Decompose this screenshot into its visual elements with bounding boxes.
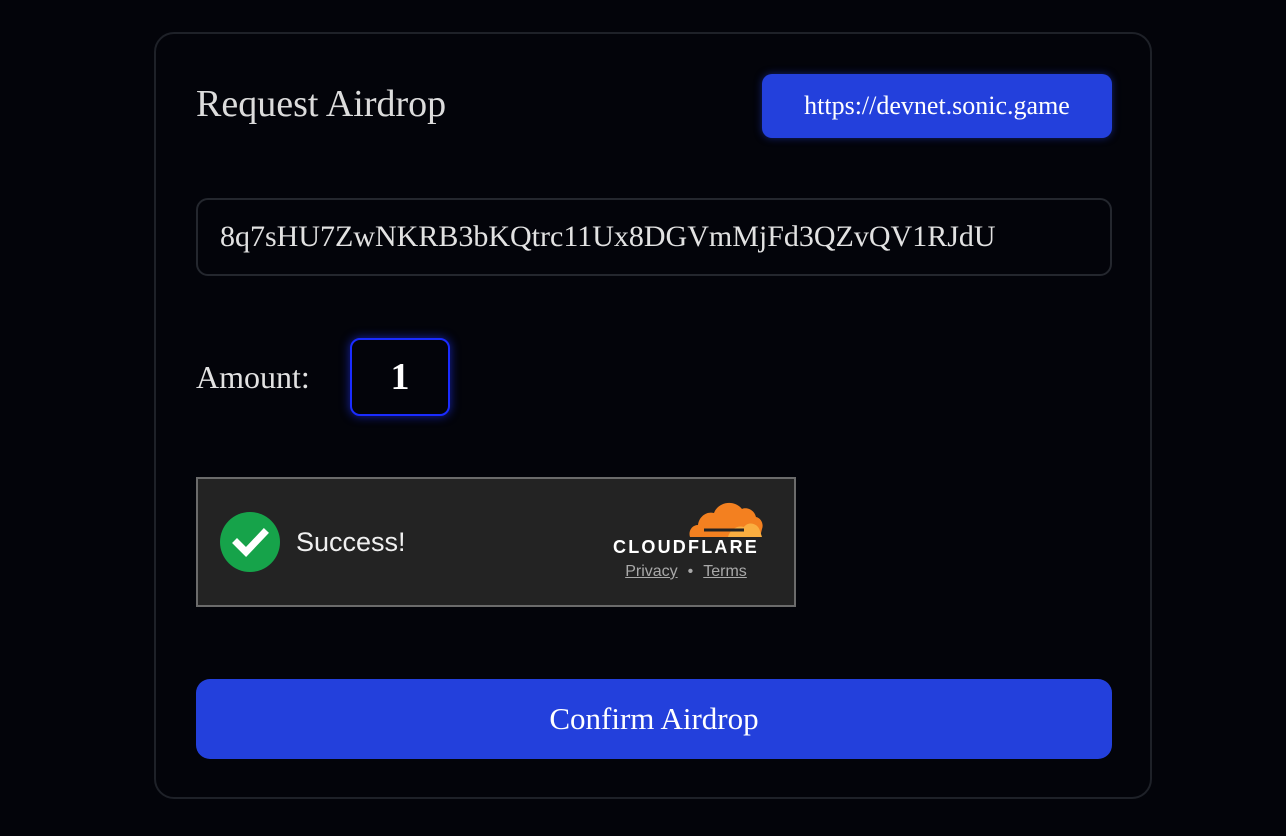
- captcha-status-text: Success!: [296, 527, 406, 557]
- wallet-address-input[interactable]: [196, 198, 1112, 276]
- network-url-button[interactable]: https://devnet.sonic.game: [762, 74, 1112, 138]
- amount-label: Amount:: [196, 359, 310, 395]
- amount-input[interactable]: [350, 338, 450, 416]
- cloudflare-links: Privacy • Terms: [608, 563, 764, 581]
- cloudflare-wordmark: CLOUDFLARE: [613, 537, 759, 557]
- cloudflare-cloud-icon: [689, 502, 763, 537]
- confirm-airdrop-button[interactable]: Confirm Airdrop: [196, 679, 1112, 759]
- terms-link[interactable]: Terms: [703, 563, 747, 580]
- cloudflare-turnstile-widget: Success! CLOUDFLARE Privacy • Terms: [196, 477, 796, 607]
- link-separator: •: [687, 563, 694, 580]
- page-title: Request Airdrop: [196, 83, 447, 125]
- success-check-icon: [220, 512, 280, 572]
- privacy-link[interactable]: Privacy: [625, 563, 677, 580]
